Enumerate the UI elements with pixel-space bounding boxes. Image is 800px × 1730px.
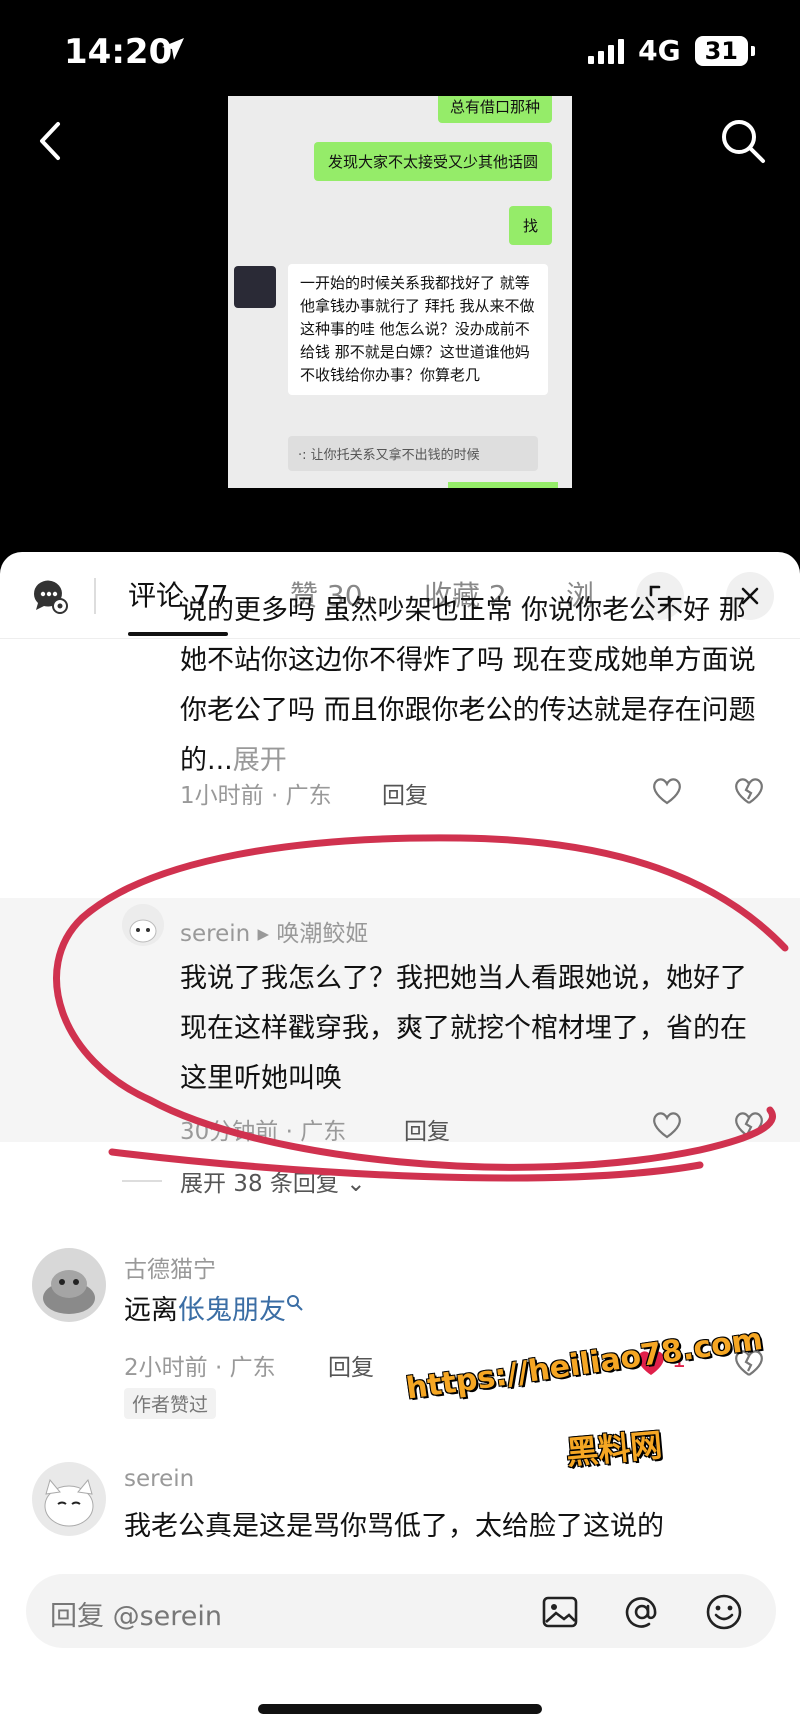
expand-link[interactable]: 展开 (233, 745, 287, 776)
comment-username[interactable]: serein ▸ 唤潮鲛姬 (180, 914, 368, 948)
status-bar: 14:20 4G 31 (0, 0, 800, 100)
reply-input[interactable]: 回复 @serein (50, 1594, 222, 1633)
replies-divider (122, 1180, 162, 1182)
search-button[interactable] (718, 116, 768, 166)
tab-divider (94, 578, 96, 614)
reply-button[interactable]: 回复 (382, 776, 428, 810)
like-button[interactable] (650, 774, 684, 808)
heart-icon (653, 1112, 681, 1139)
comment-meta: 2小时前 · 广东 (124, 1355, 276, 1381)
comment-bot-icon[interactable] (30, 576, 70, 616)
comment-username[interactable]: serein (124, 1466, 194, 1492)
comment-text: 远离伥鬼朋友 (124, 1286, 724, 1336)
reply-button[interactable]: 回复 (328, 1348, 374, 1382)
chat-bubble-white: 一开始的时候关系我都找好了 就等他拿钱办事就行了 拜托 我从来不做这种事的哇 他… (288, 264, 548, 395)
at-sign-icon (625, 1597, 657, 1628)
chat-quote: ·: 让你托关系又拿不出钱的时候 (288, 436, 538, 471)
emoji-button[interactable] (704, 1592, 744, 1632)
avatar[interactable] (32, 1462, 106, 1536)
reply-button[interactable]: 回复 (404, 1112, 450, 1146)
smiley-icon (706, 1594, 742, 1630)
location-arrow-icon (160, 36, 186, 66)
chat-avatar (234, 266, 276, 308)
signal-icon (588, 38, 625, 64)
comment-panel: 评论 77 赞 30 收藏 2 浏 说的更多吗 虽然吵架也正常 你说你老公不好 … (0, 552, 800, 1730)
author-liked-badge: 作者赞过 (124, 1388, 217, 1419)
search-link[interactable]: 伥鬼朋友 (178, 1295, 286, 1326)
avatar[interactable] (122, 904, 164, 946)
image-icon (542, 1596, 578, 1628)
broken-heart-icon (735, 1112, 763, 1138)
heart-icon (653, 778, 681, 805)
reply-input-bar[interactable]: 回复 @serein (26, 1574, 776, 1648)
like-button[interactable] (650, 1108, 684, 1142)
status-time: 14:20 (64, 32, 173, 72)
chat-bubble-green: 总有借口那种 (437, 96, 552, 123)
search-icon (722, 120, 765, 163)
dislike-button[interactable] (732, 774, 766, 808)
mention-button[interactable] (622, 1592, 662, 1632)
comment-text: 说的更多吗 虽然吵架也正常 你说你老公不好 那她不站你这边你不得炸了吗 现在变成… (180, 595, 756, 776)
chat-bubble-green: 发现大家不太接受又少其他话圆 (313, 142, 552, 181)
search-icon (287, 1295, 303, 1311)
comment-text: 我说了我怎么了？我把她当人看跟她说，她好了现在这样戳穿我，爽了就挖个棺材埋了，省… (180, 963, 747, 1094)
battery-icon: 31 (694, 35, 756, 66)
comment-meta: 1小时前 · 广东 (180, 783, 332, 809)
avatar[interactable] (32, 1248, 106, 1322)
comment-text: 我老公真是这是骂你骂低了，太给脸了这说的 (124, 1511, 664, 1542)
watermark-name: 黑料网 (564, 1425, 664, 1473)
image-button[interactable] (540, 1592, 580, 1632)
comment-meta: 30分钟前 · 广东 (180, 1119, 347, 1145)
chat-bubble-green-partial (448, 482, 558, 488)
chat-bubble-green: 找 (508, 206, 552, 245)
home-indicator[interactable] (258, 1704, 542, 1714)
dislike-button[interactable] (732, 1108, 766, 1142)
broken-heart-icon (735, 778, 763, 804)
network-label: 4G (638, 34, 681, 67)
chat-screenshot-image[interactable]: 总有借口那种 发现大家不太接受又少其他话圆 找 一开始的时候关系我都找好了 就等… (228, 96, 572, 488)
expand-replies-button[interactable]: 展开 38 条回复 ⌄ (180, 1164, 365, 1198)
back-button[interactable] (30, 116, 70, 166)
comment-username[interactable]: 古德猫宁 (124, 1250, 216, 1284)
